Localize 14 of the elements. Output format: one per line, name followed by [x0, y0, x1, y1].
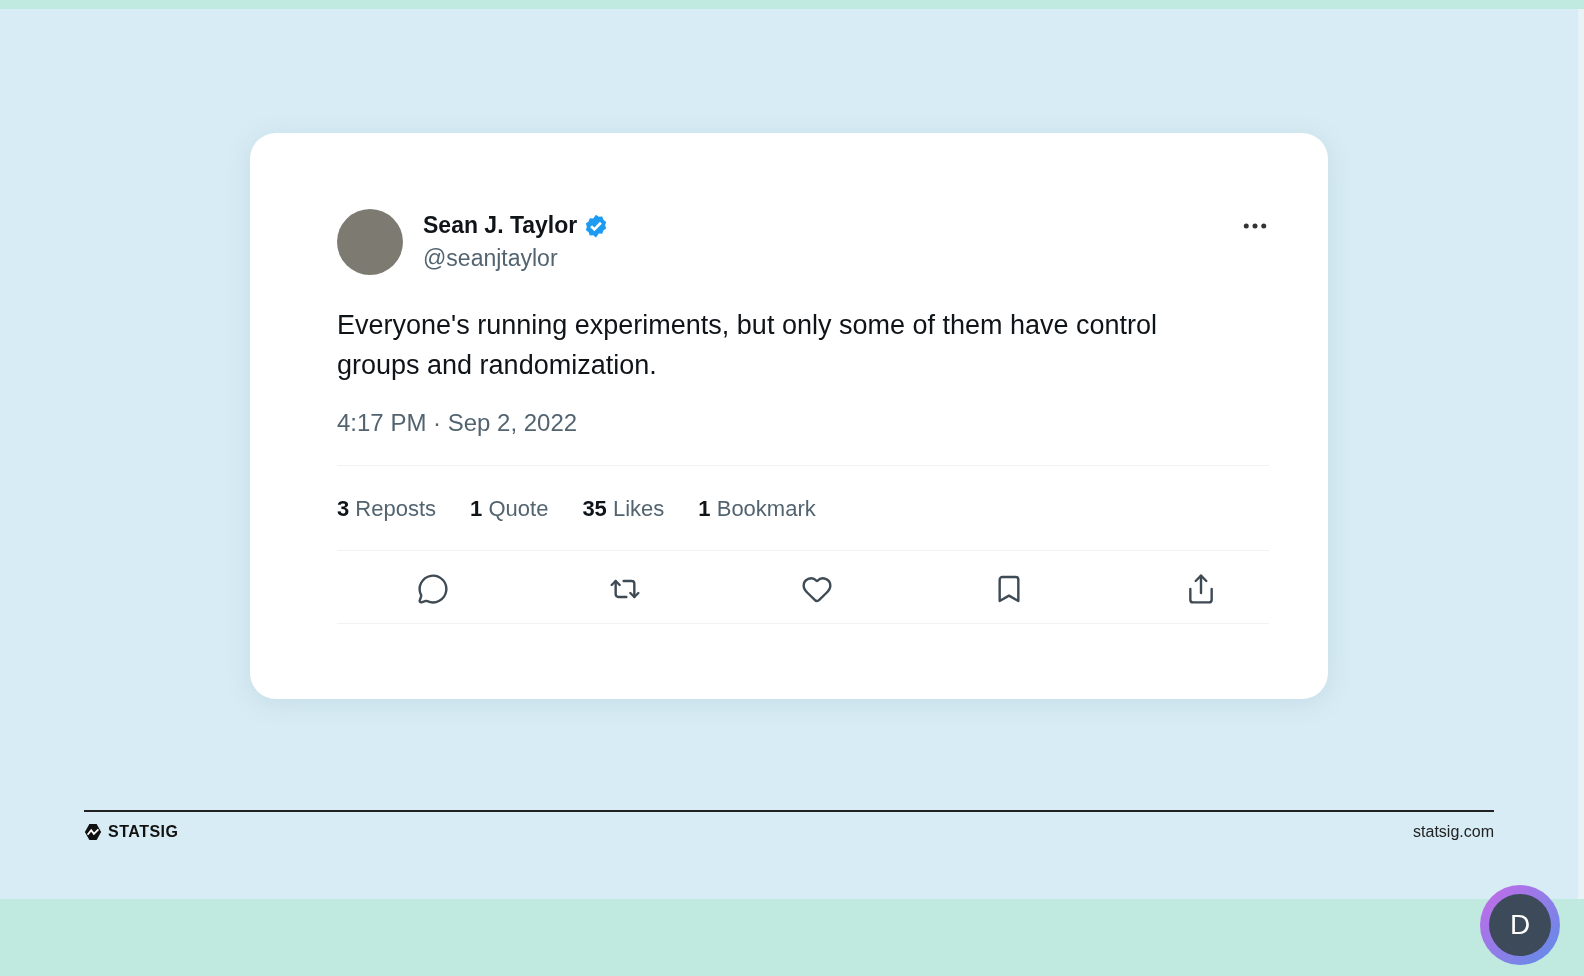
stat-link[interactable]: 1 Bookmark [698, 496, 816, 522]
participant-initial: D [1489, 894, 1551, 956]
author-handle[interactable]: @seanjtaylor [423, 245, 610, 272]
author-name[interactable]: Sean J. Taylor [423, 212, 578, 239]
brand-name: STATSIG [108, 823, 179, 841]
logo-icon [84, 823, 102, 841]
website-url: statsig.com [1413, 823, 1494, 841]
tweet-timestamp[interactable]: 4:17 PM · Sep 2, 2022 [337, 409, 1270, 437]
stat-link[interactable]: 1 Quote [470, 496, 549, 522]
stat-link[interactable]: 35 Likes [582, 496, 665, 522]
participant-avatar[interactable]: D [1480, 885, 1560, 965]
reply-icon[interactable] [417, 573, 449, 605]
tweet-text: Everyone's running experiments, but only some of them have control groups and randomization. [337, 309, 1159, 382]
stat-link[interactable]: 3 Reposts [337, 496, 437, 522]
